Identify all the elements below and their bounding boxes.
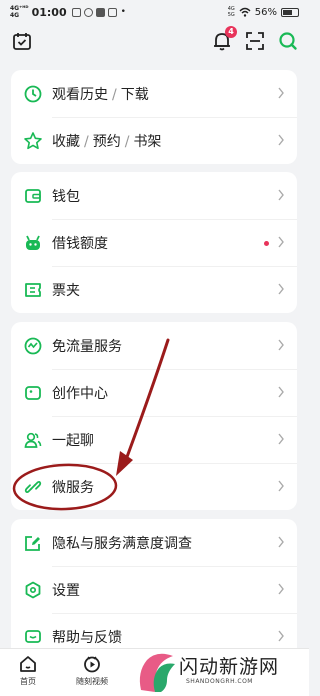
mascot-icon (26, 235, 40, 250)
tickets-row[interactable]: 票夹 (11, 266, 297, 313)
network-indicator: 4G⁺ᴴᴰ 4G (10, 5, 29, 19)
calendar-check-icon[interactable] (12, 31, 32, 51)
notification-badge: 4 (225, 26, 237, 38)
help-label: 帮助与反馈 (52, 629, 122, 646)
camera-icon (25, 386, 41, 400)
video-play-icon (84, 656, 100, 673)
wallet-label: 钱包 (52, 188, 80, 205)
chevron-right-icon (278, 87, 284, 99)
chat-row[interactable]: 一起聊 (11, 416, 297, 463)
chevron-right-icon (278, 189, 284, 201)
watermark-subtitle: SHANDONGRH.COM (186, 678, 253, 685)
ticket-icon (25, 283, 41, 297)
edit-icon (25, 536, 40, 551)
watermark-title: 闪动新游网 (179, 656, 280, 678)
battery-percent: 56% (254, 6, 277, 18)
nav-video-label: 随刻视频 (76, 677, 108, 686)
history-download-row[interactable]: 观看历史 / 下载 (11, 70, 297, 117)
chevron-right-icon (278, 583, 284, 595)
finance-card: 钱包 借钱额度 票夹 (11, 172, 297, 313)
bookshelf-label[interactable]: 书架 (133, 134, 161, 150)
notification-app-icon (107, 7, 117, 17)
download-label[interactable]: 下载 (121, 87, 149, 103)
services-card: 免流量服务 创作中心 一起聊 微服务 (11, 322, 297, 510)
favorites-row[interactable]: 收藏 / 预约 / 书架 (11, 117, 297, 164)
scan-icon[interactable] (245, 31, 265, 51)
micro-service-row[interactable]: 微服务 (11, 463, 297, 510)
credit-label: 借钱额度 (52, 235, 108, 252)
clock: 01:00 (31, 5, 67, 19)
chevron-right-icon (278, 433, 284, 445)
chevron-right-icon (278, 283, 284, 295)
home-icon (20, 656, 36, 672)
top-bar: 4 (0, 26, 309, 60)
notification-app-icon (83, 7, 93, 17)
chevron-right-icon (278, 134, 284, 146)
survey-row[interactable]: 隐私与服务满意度调查 (11, 519, 297, 566)
nav-video[interactable]: 随刻视频 (72, 654, 112, 687)
chevron-right-icon (278, 536, 284, 548)
notification-app-icon (71, 7, 81, 17)
wallet-icon (25, 189, 41, 203)
settings-label: 设置 (52, 582, 80, 599)
red-dot-indicator (264, 241, 269, 246)
nav-home-label: 首页 (20, 677, 36, 686)
settings-row[interactable]: 设置 (11, 566, 297, 613)
wallet-row[interactable]: 钱包 (11, 172, 297, 219)
clock-icon (24, 85, 42, 103)
creator-row[interactable]: 创作中心 (11, 369, 297, 416)
chevron-right-icon (278, 236, 284, 248)
creator-label: 创作中心 (52, 385, 108, 402)
nav-home[interactable]: 首页 (15, 654, 41, 687)
star-icon (24, 132, 42, 150)
link-icon (24, 480, 42, 494)
history-favorites-card: 观看历史 / 下载 收藏 / 预约 / 书架 (11, 70, 297, 164)
wifi-icon (239, 7, 251, 17)
search-icon[interactable] (278, 31, 298, 51)
micro-service-label: 微服务 (52, 479, 94, 496)
reserve-label[interactable]: 预约 (93, 134, 121, 150)
watermark: 闪动新游网 SHANDONGRH.COM (130, 632, 309, 696)
tickets-label: 票夹 (52, 282, 80, 299)
gear-icon (25, 581, 41, 599)
free-data-label: 免流量服务 (52, 338, 122, 355)
history-label[interactable]: 观看历史 (52, 87, 108, 103)
notification-app-icon (95, 7, 105, 17)
credit-row[interactable]: 借钱额度 (11, 219, 297, 266)
chevron-right-icon (278, 480, 284, 492)
status-bar: 4G⁺ᴴᴰ 4G 01:00 • 4G 5G 56% (0, 0, 309, 24)
chevron-right-icon (278, 339, 284, 351)
feedback-icon (25, 630, 41, 643)
chevron-right-icon (278, 386, 284, 398)
free-data-row[interactable]: 免流量服务 (11, 322, 297, 369)
survey-label: 隐私与服务满意度调查 (52, 535, 192, 552)
watermark-logo (139, 653, 175, 692)
battery-icon (281, 7, 299, 17)
free-data-icon (24, 337, 42, 355)
favorites-label[interactable]: 收藏 (52, 134, 80, 150)
chat-label: 一起聊 (52, 432, 94, 449)
notification-button[interactable]: 4 (213, 26, 237, 55)
people-icon (24, 432, 42, 448)
signal-type: 4G 5G (227, 6, 235, 18)
